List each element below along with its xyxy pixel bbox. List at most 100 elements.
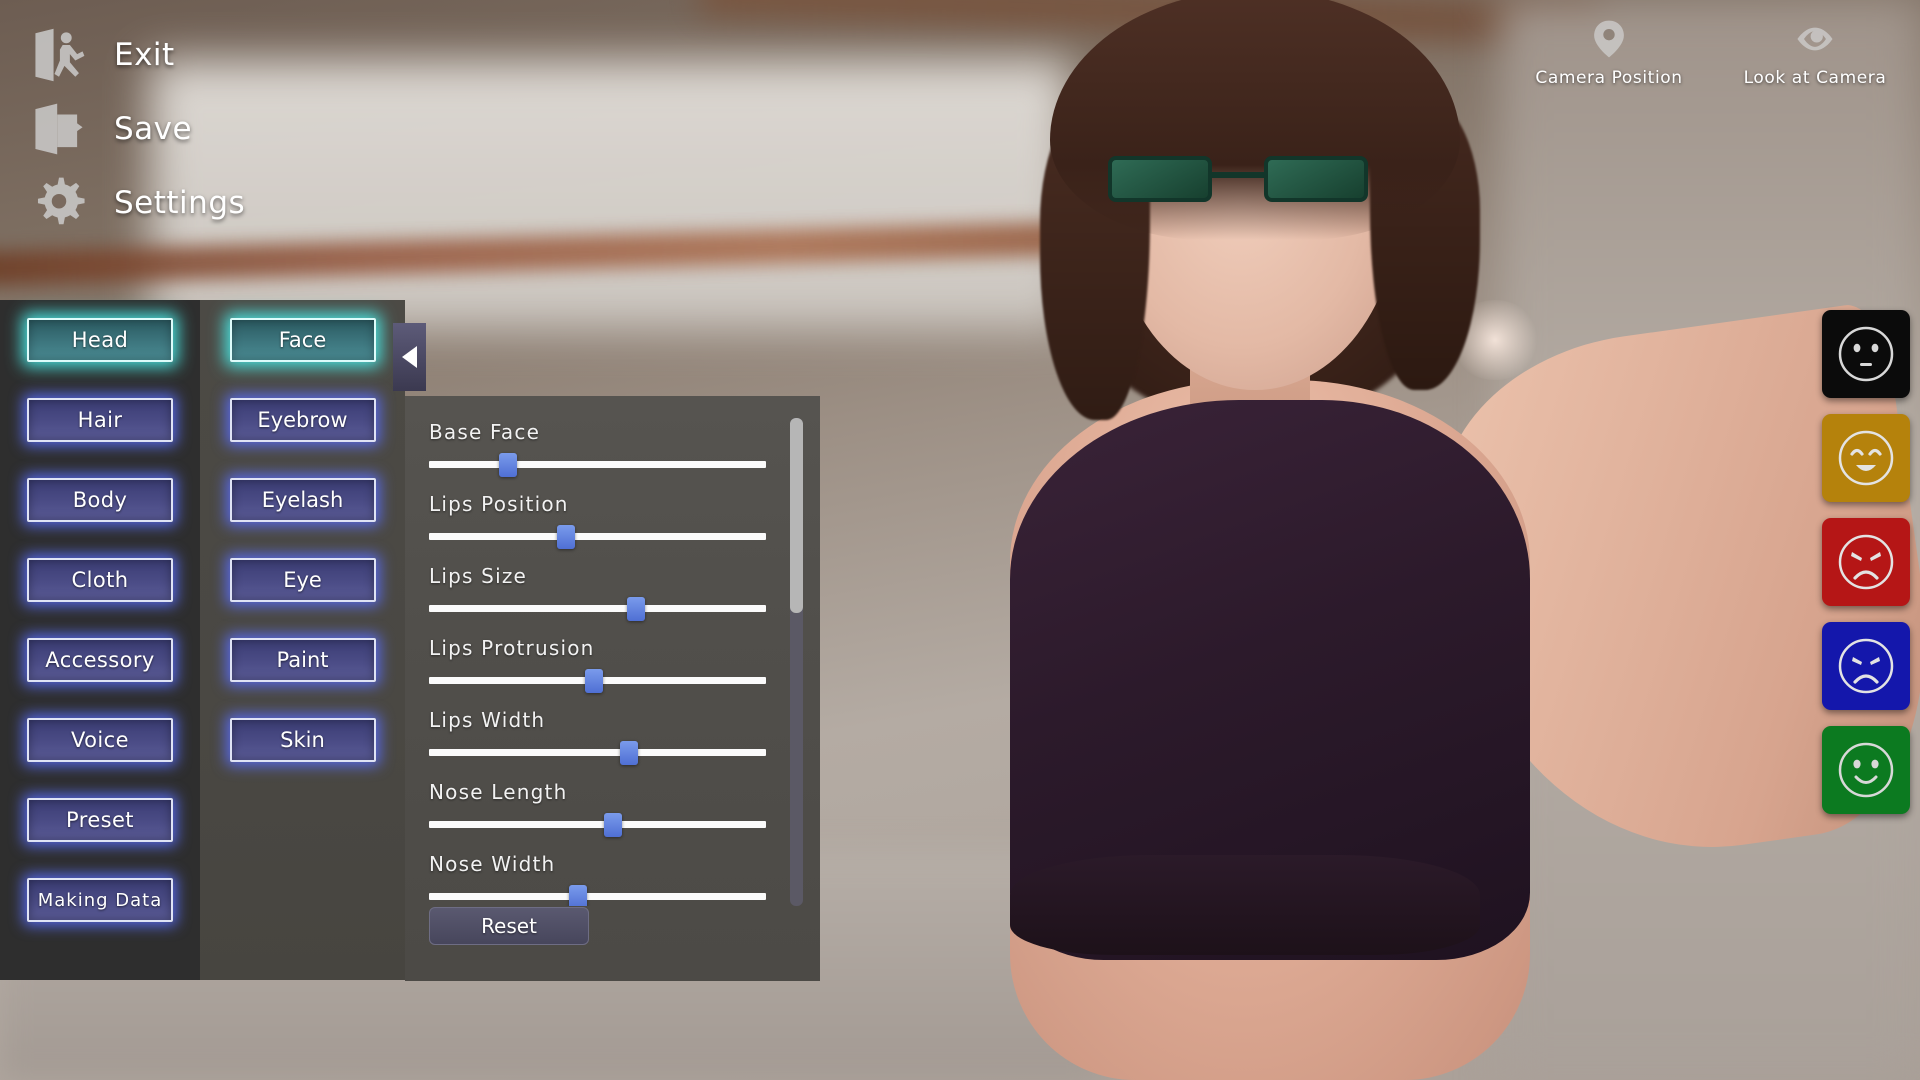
tab-eyebrow-label: Eyebrow (257, 408, 348, 432)
tab-eyelash[interactable]: Eyelash (229, 478, 376, 522)
sidebar-item-hair[interactable]: Hair (27, 398, 173, 442)
panel-collapse-button[interactable] (393, 323, 426, 391)
slider-row: Lips Position (429, 492, 787, 549)
tab-eyebrow[interactable]: Eyebrow (229, 398, 376, 442)
emotion-button-sad[interactable] (1822, 622, 1910, 710)
gear-icon (30, 174, 88, 232)
sidebar-item-head-label: Head (71, 328, 129, 352)
sidebar-item-making-data-label: Making Data (37, 889, 163, 911)
system-menu: Exit Save Settings (22, 18, 352, 240)
sidebar-item-voice-label: Voice (71, 728, 129, 752)
slider-lips-size[interactable] (429, 597, 766, 621)
exit-door-icon (30, 26, 88, 84)
slider-nose-width[interactable] (429, 885, 766, 906)
slider-thumb[interactable] (620, 741, 639, 765)
emotion-button-smile[interactable] (1822, 726, 1910, 814)
character-top-hem (1010, 855, 1480, 955)
slider-row: Lips Protrusion (429, 636, 787, 693)
menu-item-save-label: Save (114, 111, 193, 147)
sidebar-item-body[interactable]: Body (27, 478, 173, 522)
sidebar-item-body-label: Body (72, 488, 128, 512)
eye-icon (1794, 18, 1836, 60)
sidebar-item-accessory[interactable]: Accessory (27, 638, 173, 682)
slider-row: Lips Width (429, 708, 787, 765)
slider-label: Lips Width (429, 708, 546, 732)
sidebar-item-voice[interactable]: Voice (27, 718, 173, 762)
slider-track[interactable] (429, 461, 766, 468)
tab-paint-label: Paint (276, 648, 329, 672)
slider-lips-width[interactable] (429, 741, 766, 765)
slider-thumb[interactable] (569, 885, 588, 906)
slider-thumb[interactable] (499, 453, 518, 477)
camera-position-button[interactable]: Camera Position (1534, 18, 1684, 88)
glasses-lens-right (1264, 156, 1368, 202)
emotion-button-angry[interactable] (1822, 518, 1910, 606)
tab-paint[interactable]: Paint (229, 638, 376, 682)
slider-list: Base Face Lips Position Lips Size Lips Prot… (405, 406, 787, 906)
sidebar-item-accessory-label: Accessory (45, 648, 155, 672)
character-glasses (1108, 150, 1368, 212)
sidebar-item-preset[interactable]: Preset (27, 798, 173, 842)
slider-track[interactable] (429, 749, 766, 756)
reset-button-label: Reset (481, 914, 537, 938)
reset-button[interactable]: Reset (429, 907, 589, 945)
slider-track[interactable] (429, 533, 766, 540)
menu-item-settings-label: Settings (114, 185, 246, 221)
emotion-button-rail (1822, 310, 1910, 814)
neutral-face-icon (1838, 326, 1894, 382)
angry-face-icon (1838, 534, 1894, 590)
scrollbar-thumb[interactable] (790, 418, 803, 614)
sidebar-item-making-data[interactable]: Making Data (27, 878, 173, 922)
tab-eyelash-label: Eyelash (261, 488, 344, 512)
slider-lips-position[interactable] (429, 525, 766, 549)
look-at-camera-label: Look at Camera (1743, 68, 1887, 88)
tab-eye[interactable]: Eye (229, 558, 376, 602)
slider-nose-length[interactable] (429, 813, 766, 837)
happy-face-icon (1838, 430, 1894, 486)
tab-skin[interactable]: Skin (229, 718, 376, 762)
slider-label: Lips Size (429, 564, 528, 588)
slider-row: Base Face (429, 420, 787, 477)
vertical-scrollbar[interactable] (790, 418, 803, 906)
tab-face-label: Face (278, 328, 327, 352)
emotion-button-neutral[interactable] (1822, 310, 1910, 398)
slider-row: Nose Length (429, 780, 787, 837)
subcategory-panel: Face Eyebrow Eyelash Eye Paint Skin (200, 300, 405, 980)
slider-thumb[interactable] (626, 597, 645, 621)
triangle-left-icon (402, 346, 417, 368)
slider-row: Nose Width (429, 852, 787, 906)
slider-row: Lips Size (429, 564, 787, 621)
glasses-lens-left (1108, 156, 1212, 202)
menu-item-save[interactable]: Save (22, 92, 352, 166)
tab-skin-label: Skin (280, 728, 325, 752)
slider-track[interactable] (429, 605, 766, 612)
camera-controls: Camera Position Look at Camera (1534, 18, 1890, 88)
menu-item-exit-label: Exit (114, 37, 175, 73)
tab-eye-label: Eye (283, 568, 322, 592)
slider-thumb[interactable] (556, 525, 575, 549)
sidebar-item-hair-label: Hair (77, 408, 123, 432)
parameter-panel: Base Face Lips Position Lips Size Lips Prot… (405, 396, 820, 981)
glasses-bridge (1212, 172, 1268, 178)
slider-track[interactable] (429, 893, 766, 900)
slider-track[interactable] (429, 821, 766, 828)
menu-item-exit[interactable]: Exit (22, 18, 352, 92)
emotion-button-happy[interactable] (1822, 414, 1910, 502)
sidebar-item-preset-label: Preset (66, 808, 134, 832)
map-pin-icon (1588, 18, 1630, 60)
tab-face[interactable]: Face (229, 318, 376, 362)
slider-label: Nose Length (429, 780, 568, 804)
slider-thumb[interactable] (585, 669, 604, 693)
sidebar-item-head[interactable]: Head (27, 318, 173, 362)
sidebar-item-cloth[interactable]: Cloth (27, 558, 173, 602)
slider-label: Lips Position (429, 492, 569, 516)
smile-face-icon (1838, 742, 1894, 798)
slider-base-face[interactable] (429, 453, 766, 477)
look-at-camera-button[interactable]: Look at Camera (1740, 18, 1890, 88)
menu-item-settings[interactable]: Settings (22, 166, 352, 240)
camera-position-label: Camera Position (1535, 68, 1683, 88)
sidebar-item-cloth-label: Cloth (71, 568, 129, 592)
slider-lips-protrusion[interactable] (429, 669, 766, 693)
slider-thumb[interactable] (604, 813, 623, 837)
sad-face-icon (1838, 638, 1894, 694)
